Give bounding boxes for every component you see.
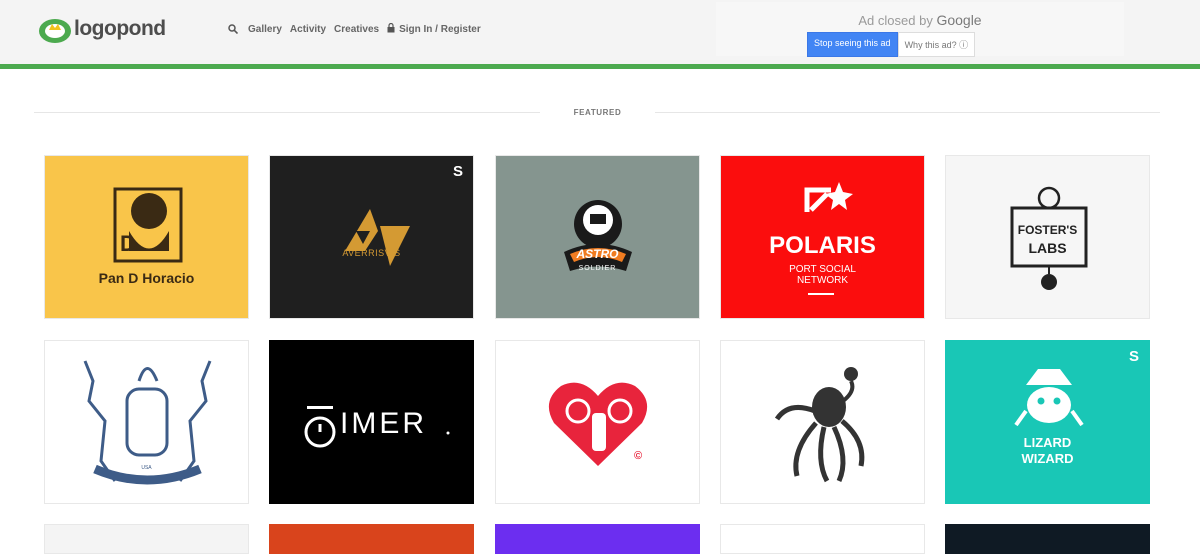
logo-tile[interactable] [495,524,700,554]
tile-subcaption: WIZARD [1021,451,1074,466]
logo-tile[interactable]: D Pan D Horacio [44,155,249,319]
nav-creatives[interactable]: Creatives [334,24,379,35]
chef-portrait-icon: D [113,187,183,263]
lily-pad-logo-icon [39,19,71,43]
logo-text: logopond [74,17,166,40]
divider-left [34,112,540,113]
tile-caption: LIZARD [1023,435,1072,450]
lab-emblem-icon [1010,186,1088,290]
tile-caption: Pan D Horacio [98,270,195,286]
nav-activity[interactable]: Activity [290,24,326,35]
tile-caption: FT COLLINS ✦ COLORADO [113,457,180,463]
nav-signin-label: Sign In / Register [399,24,481,35]
ad-buttons: Stop seeing this ad Why this ad? ⓘ [807,32,976,57]
logo-tile[interactable] [945,524,1150,554]
tile-subcaption: LABS [1028,240,1067,256]
tile-caption: © [633,450,643,462]
featured-badge-icon: S [1128,348,1139,365]
tile-caption: IMER [340,407,427,440]
astronaut-helmet-icon [564,200,632,271]
site-header: logopond Gallery Activity Creatives Sign… [0,0,1200,69]
tile-subcaption: USA [141,465,152,471]
logo-tile[interactable] [720,524,925,554]
ad-closed-brand: Google [936,12,982,28]
stop-seeing-ad-button[interactable]: Stop seeing this ad [807,32,898,57]
tile-caption: ASTRO [576,247,619,261]
section-title: FEATURED [573,108,622,117]
logo-tile[interactable]: FOSTER'S LABS [945,155,1150,319]
heart-fist-icon [548,382,648,466]
triangle-shape-icon [345,209,410,266]
tile-subcaption: PORT SOCIAL [789,264,856,275]
nav-signin[interactable]: Sign In / Register [387,22,481,36]
logo-tile[interactable] [269,524,474,554]
tile-caption: FOSTER'S [1017,223,1078,237]
tile-caption: AVERRISVIS [342,248,401,258]
logo-tile[interactable]: AVERRISVIS S [269,155,474,319]
elk-crest-icon [83,360,212,485]
logo-tile[interactable]: © [495,340,700,504]
why-this-ad-button[interactable]: Why this ad? ⓘ [897,32,976,57]
ad-closed-prefix: Ad closed by [858,13,933,28]
logo-tile[interactable]: LIZARD WIZARD S [945,340,1150,504]
logo-tile[interactable] [44,524,249,554]
logo-tile[interactable]: FT COLLINS ✦ COLORADO USA [44,340,249,504]
ad-slot: Ad closed by Google Stop seeing this ad … [716,2,1124,57]
tile-subcaption: SOLDIER [578,265,617,272]
logopond-logo[interactable]: logopond [38,14,166,44]
featured-badge-icon: S [452,163,463,180]
tile-caption: POLARIS [769,232,876,259]
search-icon[interactable] [228,24,238,34]
nav-gallery[interactable]: Gallery [248,24,282,35]
tile-subcaption-2: NETWORK [796,275,849,286]
svg-text:D: D [120,231,136,256]
octopus-icon [774,367,865,483]
divider-right [655,112,1160,113]
logo-tile[interactable]: POLARIS PORT SOCIAL NETWORK [720,155,925,319]
logo-tile[interactable]: IMER [269,340,474,504]
main-nav: Gallery Activity Creatives Sign In / Reg… [228,22,489,36]
ad-closed-text: Ad closed by Google [716,12,1124,28]
lock-icon [387,22,395,36]
lizard-wizard-icon [1014,369,1084,427]
logo-tile[interactable] [720,340,925,504]
logo-tile[interactable]: ASTRO SOLDIER [495,155,700,319]
